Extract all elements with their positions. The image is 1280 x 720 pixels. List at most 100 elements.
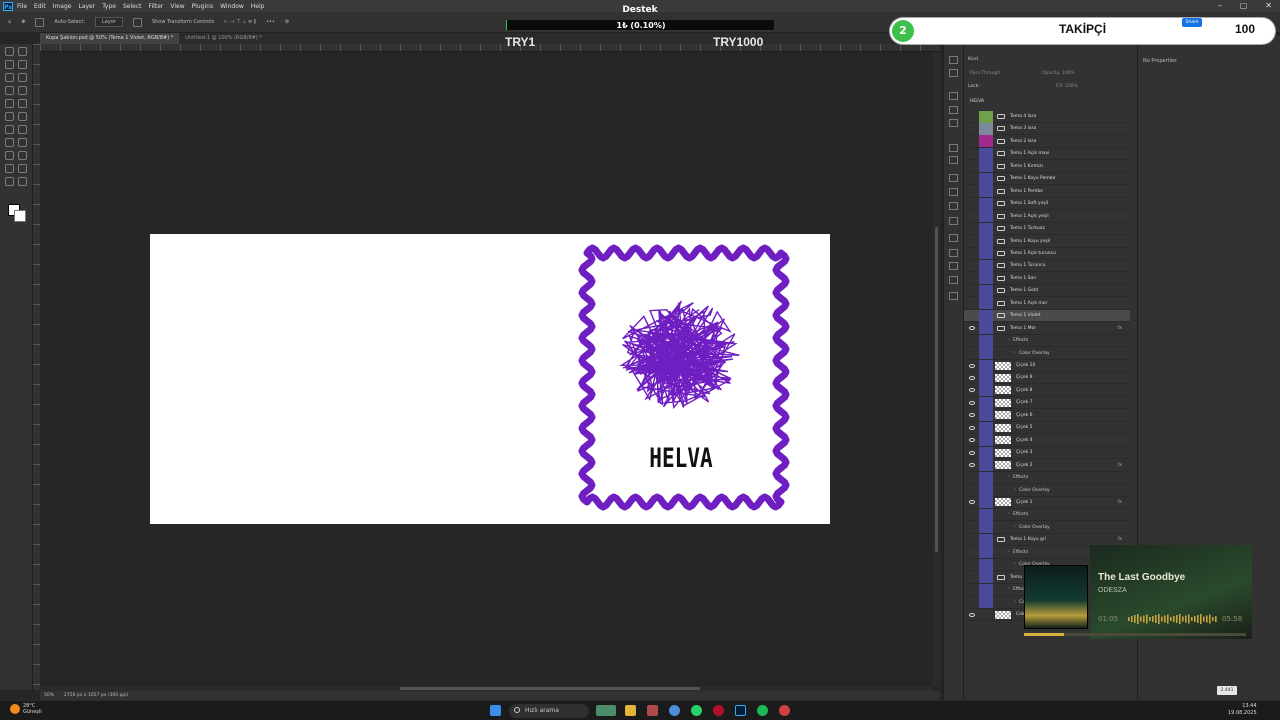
move-tool-icon[interactable]: ✥ bbox=[21, 19, 25, 25]
menu-window[interactable]: Window bbox=[220, 3, 244, 10]
panel-icon[interactable] bbox=[949, 188, 958, 196]
panel-icon[interactable] bbox=[949, 276, 958, 284]
app-icon-2[interactable] bbox=[779, 705, 790, 716]
panel-icon[interactable] bbox=[949, 202, 958, 210]
layer-row[interactable]: Çiçek 5 bbox=[964, 421, 1130, 435]
layer-row[interactable]: Tema 3 lara bbox=[964, 122, 1130, 136]
menu-type[interactable]: Type bbox=[102, 3, 116, 10]
menu-plugins[interactable]: Plugins bbox=[192, 3, 214, 10]
panel-icon[interactable] bbox=[949, 69, 958, 77]
visibility-eye-icon[interactable] bbox=[969, 326, 975, 331]
menu-filter[interactable]: Filter bbox=[149, 3, 164, 10]
spotify-icon[interactable] bbox=[757, 705, 768, 716]
taskbar-search[interactable]: Hızlı arama bbox=[509, 704, 589, 718]
layer-row[interactable]: Çiçek 8 bbox=[964, 384, 1130, 397]
layer-row[interactable]: Tema 1 Violet bbox=[964, 309, 1130, 323]
layer-row[interactable]: Tema 1 Turuncu bbox=[964, 259, 1130, 273]
layer-row[interactable]: ◦ Effects bbox=[964, 508, 1130, 522]
align-icons[interactable]: ⊢ ⊣ ⊤ ⊥ ≡ ⫼ bbox=[224, 19, 256, 25]
menu-select[interactable]: Select bbox=[123, 3, 142, 10]
visibility-eye-icon[interactable] bbox=[969, 413, 975, 418]
tab-kupa-sablon[interactable]: Kupa Şablon.psd @ 50% (Tema 1 Violet, RG… bbox=[40, 33, 180, 44]
fx-icon[interactable]: fx bbox=[1118, 537, 1122, 542]
layer-row[interactable]: Çiçek 6 bbox=[964, 409, 1130, 422]
menu-view[interactable]: View bbox=[170, 3, 184, 10]
widgets-icon[interactable] bbox=[596, 705, 616, 716]
layer-row[interactable]: Tema 1 Açık yeşil bbox=[964, 210, 1130, 223]
system-clock[interactable]: 13:44 19.08.2025 bbox=[1228, 703, 1257, 717]
background-color-swatch[interactable] bbox=[14, 210, 26, 222]
panel-icon[interactable] bbox=[949, 119, 958, 127]
more-icon[interactable]: ••• bbox=[266, 19, 275, 25]
auto-select-checkbox[interactable] bbox=[35, 17, 45, 27]
panel-icon[interactable] bbox=[949, 292, 958, 300]
menu-help[interactable]: Help bbox=[251, 3, 265, 10]
maximize-icon[interactable]: ▢ bbox=[1240, 1, 1248, 10]
panel-icon[interactable] bbox=[949, 156, 958, 164]
tool-icon[interactable] bbox=[5, 164, 14, 173]
panel-icon[interactable] bbox=[949, 249, 958, 257]
visibility-eye-icon[interactable] bbox=[969, 375, 975, 380]
visibility-eye-icon[interactable] bbox=[969, 388, 975, 393]
layer-row[interactable]: Çiçek 1 fx bbox=[964, 496, 1130, 509]
layer-row[interactable]: ◦ Effects bbox=[964, 471, 1130, 485]
fx-icon[interactable]: fx bbox=[1118, 500, 1122, 505]
visibility-eye-icon[interactable] bbox=[969, 500, 975, 505]
fx-icon[interactable]: fx bbox=[1118, 326, 1122, 331]
panel-icon[interactable] bbox=[949, 234, 958, 242]
layer-row[interactable]: Tema 1 Koyu yeşil bbox=[964, 235, 1130, 248]
fill-field[interactable]: Fill: 100% bbox=[1056, 84, 1078, 89]
layer-row[interactable]: ◦Color Overlay bbox=[964, 484, 1130, 497]
tab-untitled[interactable]: Untitled-1 @ 100% (RGB/8#) * bbox=[179, 33, 268, 44]
visibility-eye-icon[interactable] bbox=[969, 363, 975, 368]
tool-icon[interactable] bbox=[18, 151, 27, 160]
root-group-label[interactable]: HELVA bbox=[970, 99, 984, 104]
layer-row[interactable]: Çiçek 7 bbox=[964, 396, 1130, 410]
minimize-icon[interactable]: – bbox=[1218, 1, 1222, 10]
blend-mode-dropdown[interactable]: Pass Through bbox=[970, 71, 1000, 76]
layer-dropdown[interactable]: Layer bbox=[95, 17, 123, 27]
tool-icon[interactable] bbox=[18, 99, 27, 108]
panel-icon[interactable] bbox=[949, 217, 958, 225]
visibility-eye-icon[interactable] bbox=[969, 612, 975, 617]
tool-icon[interactable] bbox=[5, 60, 14, 69]
tool-icon[interactable] bbox=[18, 47, 27, 56]
photoshop-taskbar-icon[interactable] bbox=[735, 705, 746, 716]
tool-icon[interactable] bbox=[5, 125, 14, 134]
tool-icon[interactable] bbox=[5, 47, 14, 56]
fx-icon[interactable]: fx bbox=[1118, 463, 1122, 468]
panel-icon[interactable] bbox=[949, 106, 958, 114]
tool-icon[interactable] bbox=[18, 138, 27, 147]
tool-icon[interactable] bbox=[5, 99, 14, 108]
panel-icon[interactable] bbox=[949, 174, 958, 182]
visibility-eye-icon[interactable] bbox=[969, 400, 975, 405]
menu-file[interactable]: File bbox=[17, 3, 27, 10]
layer-row[interactable]: Çiçek 2 fx bbox=[964, 459, 1130, 472]
tool-icon[interactable] bbox=[5, 151, 14, 160]
tool-icon[interactable] bbox=[5, 73, 14, 82]
tool-icon[interactable] bbox=[5, 112, 14, 121]
home-icon[interactable]: ⌂ bbox=[8, 19, 11, 25]
windows-start-icon[interactable] bbox=[490, 705, 501, 716]
layer-row[interactable]: ◦Color Overlay bbox=[964, 521, 1130, 534]
layer-row[interactable]: Tema 2 lara bbox=[964, 135, 1130, 148]
tool-icon[interactable] bbox=[18, 125, 27, 134]
layer-row[interactable]: Çiçek 10 bbox=[964, 359, 1130, 372]
vertical-scrollbar[interactable] bbox=[933, 52, 940, 686]
share-button[interactable]: Share bbox=[1182, 18, 1202, 27]
layer-row[interactable]: Tema 1 Açık turuncu bbox=[964, 247, 1130, 260]
file-explorer-icon[interactable] bbox=[625, 705, 636, 716]
document-canvas[interactable]: HELVA bbox=[150, 234, 830, 524]
opera-icon[interactable] bbox=[713, 705, 724, 716]
tool-icon[interactable] bbox=[5, 86, 14, 95]
layer-row[interactable]: Tema 1 Açık mavi bbox=[964, 147, 1130, 161]
tool-icon[interactable] bbox=[18, 112, 27, 121]
tool-icon[interactable] bbox=[5, 177, 14, 186]
panel-icon[interactable] bbox=[949, 92, 958, 100]
layer-row[interactable]: ◦ Effects bbox=[964, 334, 1130, 348]
panel-icon[interactable] bbox=[949, 56, 958, 64]
layer-row[interactable]: Tema 1 Mor fx bbox=[964, 322, 1130, 335]
tool-icon[interactable] bbox=[5, 138, 14, 147]
settings-icon[interactable]: ⚙ bbox=[285, 19, 289, 25]
tool-icon[interactable] bbox=[18, 73, 27, 82]
